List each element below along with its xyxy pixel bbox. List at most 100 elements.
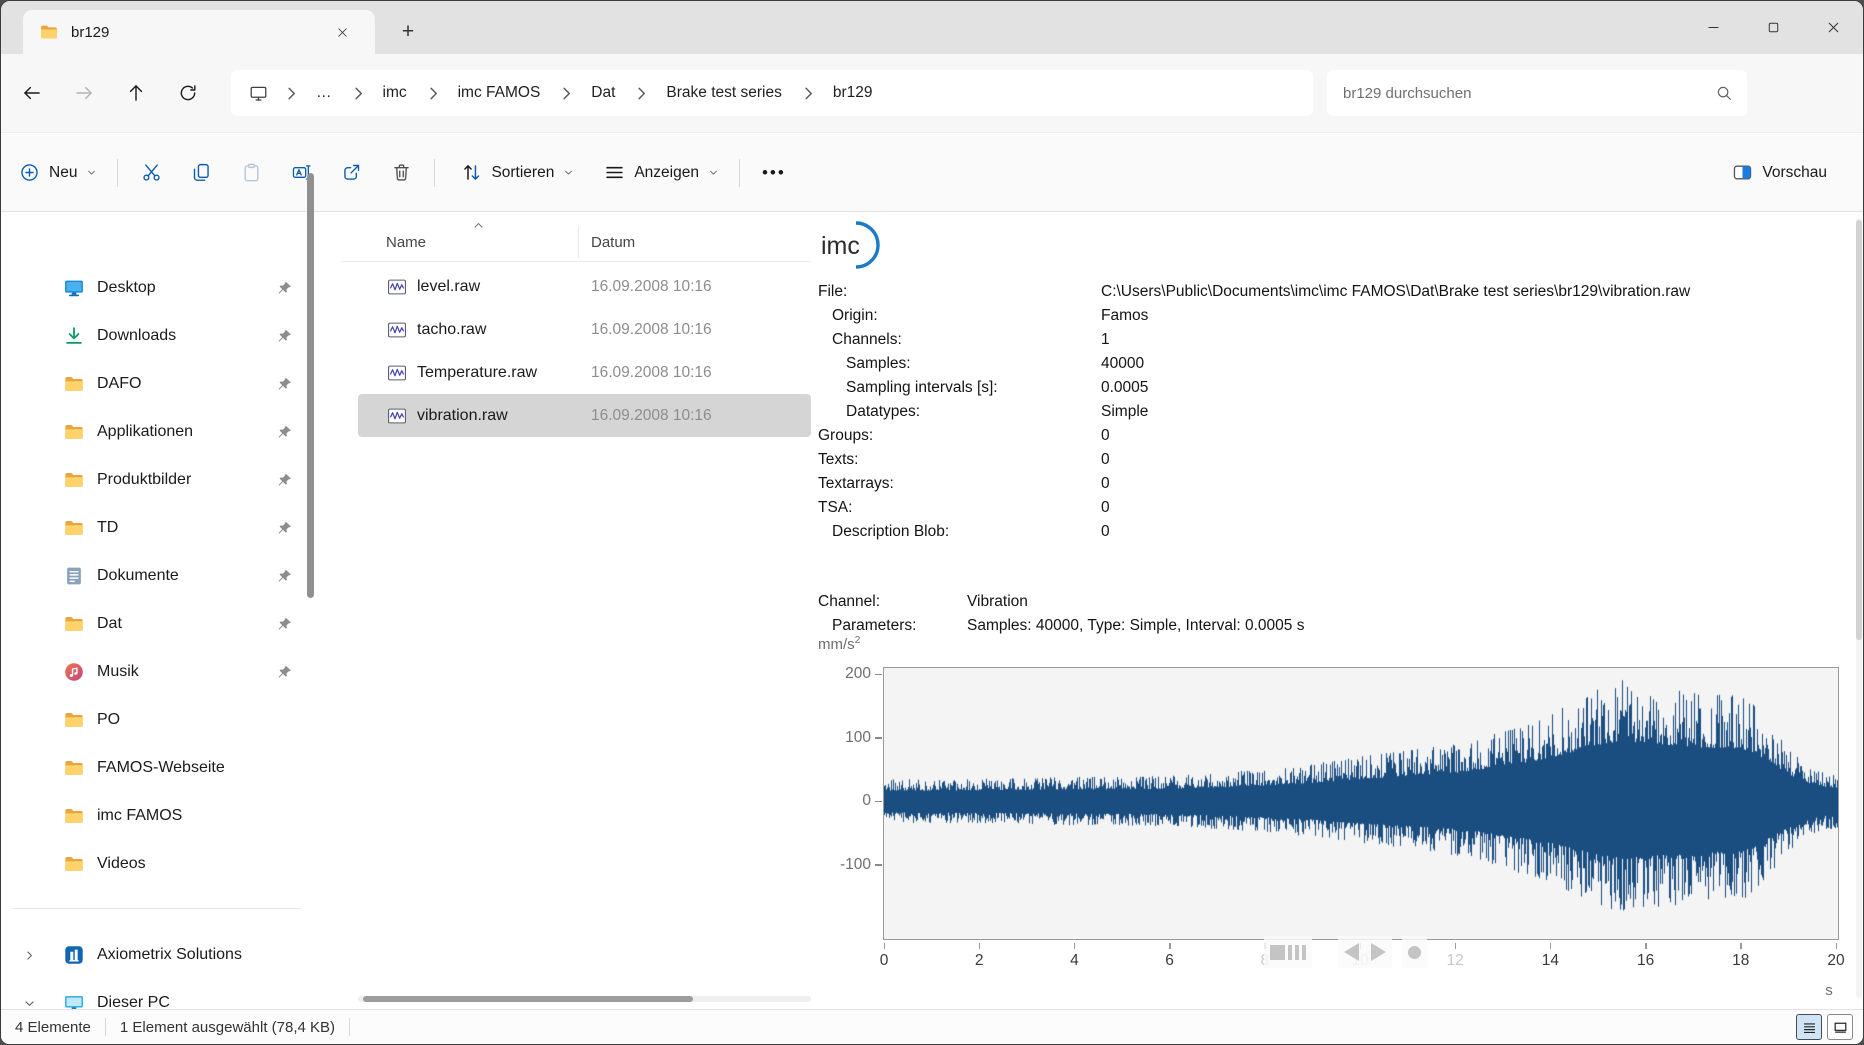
sidebar-item-label: Downloads: [97, 327, 177, 344]
record-icon: [1408, 945, 1421, 959]
file-row-temperature-raw[interactable]: Temperature.raw 16.09.2008 10:16: [358, 351, 811, 394]
sidebar-item-imc-famos[interactable]: imc FAMOS: [9, 792, 307, 840]
sidebar-item-applikationen[interactable]: Applikationen: [9, 408, 307, 456]
column-header-name[interactable]: Name: [386, 234, 426, 251]
file-row-vibration-raw[interactable]: vibration.raw 16.09.2008 10:16: [358, 394, 811, 437]
y-tick-mark: [875, 673, 882, 675]
new-tab-button[interactable]: +: [391, 15, 425, 49]
folder-icon: [63, 469, 85, 491]
breadcrumb-item-imc[interactable]: imc: [374, 79, 416, 107]
sidebar-item-dat[interactable]: Dat: [9, 600, 307, 648]
sidebar-item-label: TD: [97, 519, 119, 536]
sidebar-item-label: Dokumente: [97, 567, 179, 584]
sidebar-scrollbar[interactable]: [307, 173, 314, 598]
tab-br129[interactable]: br129: [23, 10, 375, 54]
breadcrumb-item-br129[interactable]: br129: [824, 79, 882, 107]
sidebar-item-label: Dat: [97, 615, 122, 632]
preview-scrollbar[interactable]: [1856, 218, 1862, 998]
pin-icon: [276, 424, 293, 441]
details-view-icon: [1801, 1019, 1818, 1036]
preview-toggle-button[interactable]: Vorschau: [1720, 151, 1839, 195]
sidebar-item-axiometrix-solutions[interactable]: Axiometrix Solutions: [9, 931, 307, 979]
sidebar-item-downloads[interactable]: Downloads: [9, 312, 307, 360]
maximize-button[interactable]: [1743, 1, 1803, 54]
thumbnails-view-icon: [1832, 1019, 1849, 1036]
minimize-button[interactable]: [1683, 1, 1743, 54]
paste-button[interactable]: [229, 151, 273, 195]
sort-button[interactable]: Sortieren: [449, 151, 586, 195]
breadcrumb-overflow-button[interactable]: …: [307, 79, 341, 107]
refresh-button[interactable]: [167, 72, 209, 114]
breadcrumb-item-brake-test-series[interactable]: Brake test series: [657, 79, 790, 107]
sidebar-item-label: imc FAMOS: [97, 807, 183, 824]
copy-button[interactable]: [179, 151, 223, 195]
delete-button[interactable]: [379, 151, 423, 195]
sidebar-item-dieser-pc[interactable]: Dieser PC: [9, 979, 307, 1011]
sidebar-item-td[interactable]: TD: [9, 504, 307, 552]
metadata-value: 0: [1101, 499, 1110, 516]
folder-icon: [63, 613, 85, 635]
play-button[interactable]: [1365, 936, 1392, 968]
column-divider[interactable]: [578, 226, 579, 258]
metadata-row-file: File: C:\Users\Public\Documents\imc\imc F…: [818, 280, 1828, 304]
scrollbar-thumb[interactable]: [1856, 220, 1862, 640]
search-box[interactable]: [1327, 70, 1747, 116]
skip-back-button[interactable]: [1338, 936, 1365, 968]
metadata-label: Channels:: [832, 331, 902, 348]
breadcrumb-item-dat[interactable]: Dat: [582, 79, 624, 107]
file-row-tacho-raw[interactable]: tacho.raw 16.09.2008 10:16: [358, 308, 811, 351]
x-tick-label: 20: [1827, 952, 1845, 969]
breadcrumb[interactable]: … imc imc FAMOS Dat Brake test series br129: [231, 70, 1313, 116]
stop-square-icon: [1270, 944, 1285, 960]
sidebar-item-desktop[interactable]: Desktop: [9, 264, 307, 312]
metadata-label: Sampling intervals [s]:: [846, 379, 998, 396]
x-tick-label: 14: [1541, 952, 1560, 969]
sidebar-item-famos-webseite[interactable]: FAMOS-Webseite: [9, 744, 307, 792]
cut-button[interactable]: [129, 151, 173, 195]
sidebar: Desktop Downloads DAFO Applikationen Produkt…: [1, 212, 313, 1011]
metadata-row-description-blob: Description Blob: 0: [818, 520, 1828, 544]
media-bars-group[interactable]: [1264, 936, 1312, 968]
rename-button[interactable]: [279, 151, 323, 195]
forward-button[interactable]: [63, 72, 105, 114]
column-header-datum[interactable]: Datum: [591, 234, 635, 251]
record-button[interactable]: [1402, 936, 1427, 968]
up-button[interactable]: [115, 72, 157, 114]
new-button[interactable]: Neu: [7, 151, 109, 195]
close-button[interactable]: [1803, 1, 1863, 54]
channel-value: Vibration: [967, 593, 1028, 610]
waveform-file-icon: [386, 319, 408, 341]
sidebar-item-dokumente[interactable]: Dokumente: [9, 552, 307, 600]
breadcrumb-item-imc-famos[interactable]: imc FAMOS: [449, 79, 550, 107]
share-button[interactable]: [329, 151, 373, 195]
metadata-label: Origin:: [832, 307, 878, 324]
back-button[interactable]: [11, 72, 53, 114]
file-list: Name Datum level.raw 16.09.2008 10:16 tach…: [341, 212, 811, 1011]
sidebar-item-musik[interactable]: Musik: [9, 648, 307, 696]
pin-icon: [276, 616, 293, 633]
y-tick-label: 0: [862, 792, 871, 809]
sidebar-item-produktbilder[interactable]: Produktbilder: [9, 456, 307, 504]
tab-close-button[interactable]: [333, 17, 363, 47]
waveform-chart[interactable]: [883, 667, 1839, 940]
chevron-down-icon: [86, 167, 97, 178]
metadata-value: Famos: [1101, 307, 1149, 324]
sidebar-item-dafo[interactable]: DAFO: [9, 360, 307, 408]
thumbnails-view-button[interactable]: [1827, 1014, 1853, 1040]
media-controls-overlay: [1264, 936, 1427, 968]
y-tick-mark: [875, 800, 882, 802]
more-options-button[interactable]: •••: [748, 163, 800, 183]
file-row-level-raw[interactable]: level.raw 16.09.2008 10:16: [358, 265, 811, 308]
search-input[interactable]: [1341, 83, 1715, 103]
toolbar-separator: [434, 158, 436, 187]
scrollbar-thumb[interactable]: [363, 996, 693, 1002]
pin-icon: [276, 568, 293, 585]
sidebar-item-videos[interactable]: Videos: [9, 840, 307, 888]
details-view-button[interactable]: [1796, 1014, 1822, 1040]
x-tick-label: 12: [1446, 952, 1464, 969]
sidebar-item-po[interactable]: PO: [9, 696, 307, 744]
x-tick-mark: [883, 943, 885, 949]
view-button[interactable]: Anzeigen: [592, 151, 731, 195]
clipboard-icon: [241, 162, 262, 183]
file-list-horizontal-scrollbar[interactable]: [358, 996, 811, 1002]
